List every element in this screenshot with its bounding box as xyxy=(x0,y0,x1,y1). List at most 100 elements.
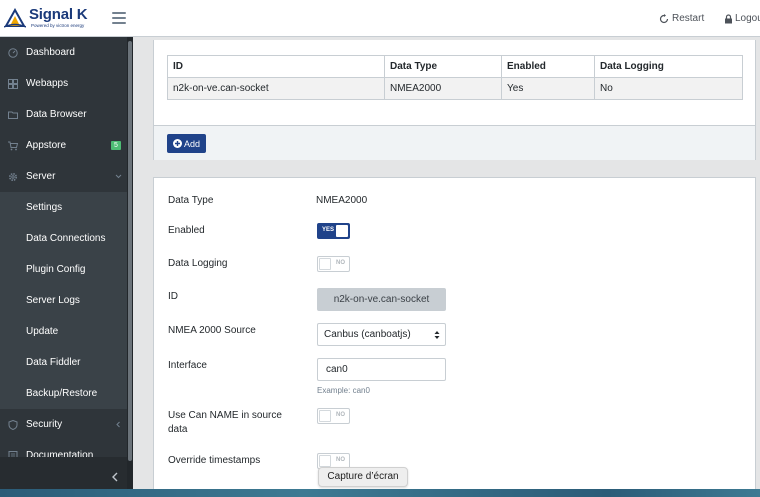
brand-title: Signal K xyxy=(29,6,88,23)
sidebar-item-server[interactable]: Server xyxy=(0,161,127,192)
sidebar-item-data-connections[interactable]: Data Connections xyxy=(0,223,127,254)
grid-icon xyxy=(8,78,18,89)
cell-data-type: NMEA2000 xyxy=(384,77,502,100)
data-logging-label: Data Logging xyxy=(168,258,228,269)
shield-icon xyxy=(8,419,18,430)
add-button-label: Add xyxy=(183,138,200,149)
add-connection-button[interactable]: Add xyxy=(167,134,206,153)
toggle-knob xyxy=(319,455,331,467)
connections-card: ID Data Type Enabled Data Logging n2k-on… xyxy=(153,40,756,160)
sidebar-item-appstore[interactable]: Appstore 5 xyxy=(0,130,127,161)
sidebar-item-label: Backup/Restore xyxy=(26,388,98,399)
sidebar-item-webapps[interactable]: Webapps xyxy=(0,68,127,99)
settings-icon xyxy=(8,172,18,181)
override-timestamps-label: Override timestamps xyxy=(168,455,261,466)
enabled-toggle[interactable]: YES xyxy=(317,223,350,239)
sidebar-item-label: Data Connections xyxy=(26,233,106,244)
sidebar-item-data-browser[interactable]: Data Browser xyxy=(0,99,127,130)
cell-enabled: Yes xyxy=(501,77,595,100)
sidebar-item-label: Settings xyxy=(26,202,63,213)
hamburger-line xyxy=(112,17,126,19)
hamburger-line xyxy=(112,12,126,14)
chevron-left-icon xyxy=(116,421,120,428)
id-label: ID xyxy=(168,291,178,302)
screenshot-tooltip: Capture d’écran xyxy=(318,467,408,487)
sidebar-item-label: Appstore xyxy=(26,140,67,151)
connections-card-footer: Add xyxy=(154,125,755,160)
speedometer-icon xyxy=(8,47,18,58)
select-arrows-icon xyxy=(434,331,440,339)
toggle-text: NO xyxy=(336,412,345,418)
toggle-knob xyxy=(336,225,348,237)
sidebar-item-backup-restore[interactable]: Backup/Restore xyxy=(0,378,127,409)
column-header-enabled: Enabled xyxy=(501,55,595,78)
interface-label: Interface xyxy=(168,360,207,371)
table-row[interactable]: n2k-on-ve.can-socket NMEA2000 Yes No xyxy=(167,77,743,100)
can-name-label-line: Use Can NAME in source xyxy=(168,410,282,421)
sidebar-item-label: Dashboard xyxy=(26,47,75,58)
interface-help-text: Example: can0 xyxy=(317,386,370,395)
plus-circle-icon xyxy=(172,139,182,148)
sidebar-item-server-logs[interactable]: Server Logs xyxy=(0,285,127,316)
sidebar: Dashboard Webapps Data Browser Appstore … xyxy=(0,37,133,497)
data-type-label: Data Type xyxy=(168,195,214,206)
sidebar-toggle-button[interactable] xyxy=(112,12,126,24)
logout-label: Logou xyxy=(735,13,760,24)
desktop-background-strip xyxy=(0,489,760,497)
toggle-text: YES xyxy=(322,227,335,233)
sidebar-item-update[interactable]: Update xyxy=(0,316,127,347)
sidebar-item-label: Update xyxy=(26,326,59,337)
toggle-text: NO xyxy=(336,260,345,266)
restart-label: Restart xyxy=(672,13,705,24)
can-name-toggle[interactable]: NO xyxy=(317,408,350,424)
enabled-label: Enabled xyxy=(168,225,205,236)
restart-button[interactable]: Restart xyxy=(659,13,704,24)
nmea-source-label: NMEA 2000 Source xyxy=(168,325,256,336)
folder-icon xyxy=(8,111,18,119)
toggle-knob xyxy=(319,258,331,270)
column-header-id: ID xyxy=(167,55,385,78)
column-header-data-logging: Data Logging xyxy=(594,55,743,78)
nmea-source-select[interactable]: Canbus (canboatjs) xyxy=(317,323,446,346)
column-header-data-type: Data Type xyxy=(384,55,502,78)
cart-icon xyxy=(8,141,18,150)
logout-button[interactable]: Logou xyxy=(724,13,760,24)
appstore-badge: 5 xyxy=(111,141,121,150)
connection-form-card: Data Type NMEA2000 Enabled YES Data Logg… xyxy=(153,177,756,497)
connections-table: ID Data Type Enabled Data Logging n2k-on… xyxy=(167,55,743,100)
sidebar-item-label: Data Browser xyxy=(26,109,87,120)
id-field[interactable] xyxy=(317,288,446,311)
chevron-down-icon xyxy=(115,174,122,179)
refresh-icon xyxy=(659,13,669,23)
sidebar-item-label: Webapps xyxy=(26,78,69,89)
data-type-value: NMEA2000 xyxy=(316,195,368,206)
brand-subtitle: Powered by victron energy xyxy=(31,23,85,28)
interface-field[interactable] xyxy=(317,358,446,381)
data-logging-toggle[interactable]: NO xyxy=(317,256,350,272)
hamburger-line xyxy=(112,22,126,24)
sidebar-item-plugin-config[interactable]: Plugin Config xyxy=(0,254,127,285)
can-name-label-line: data xyxy=(168,424,188,435)
main-content: ID Data Type Enabled Data Logging n2k-on… xyxy=(133,37,760,497)
brand-logo[interactable]: Signal K Powered by victron energy xyxy=(4,6,114,32)
sidebar-item-dashboard[interactable]: Dashboard xyxy=(0,37,127,68)
lock-icon xyxy=(725,13,732,23)
toggle-knob xyxy=(319,410,331,422)
toggle-text: NO xyxy=(336,457,345,463)
sidebar-item-data-fiddler[interactable]: Data Fiddler xyxy=(0,347,127,378)
sidebar-item-label: Server Logs xyxy=(26,295,80,306)
sidebar-item-label: Security xyxy=(26,419,63,430)
sidebar-item-label: Server xyxy=(26,171,56,182)
sidebar-item-security[interactable]: Security xyxy=(0,409,127,440)
cell-id: n2k-on-ve.can-socket xyxy=(167,77,385,100)
table-header-row: ID Data Type Enabled Data Logging xyxy=(167,55,743,78)
sidebar-item-settings[interactable]: Settings xyxy=(0,192,127,223)
sidebar-minimize-icon[interactable] xyxy=(111,472,119,482)
scrollbar-thumb[interactable] xyxy=(128,41,132,461)
cell-data-logging: No xyxy=(594,77,743,100)
can-name-label: Use Can NAME in source data xyxy=(168,409,282,437)
sidebar-item-label: Data Fiddler xyxy=(26,357,81,368)
sidebar-item-label: Plugin Config xyxy=(26,264,86,275)
signalk-logo-icon xyxy=(4,8,26,28)
nmea-source-value: Canbus (canboatjs) xyxy=(324,329,411,340)
